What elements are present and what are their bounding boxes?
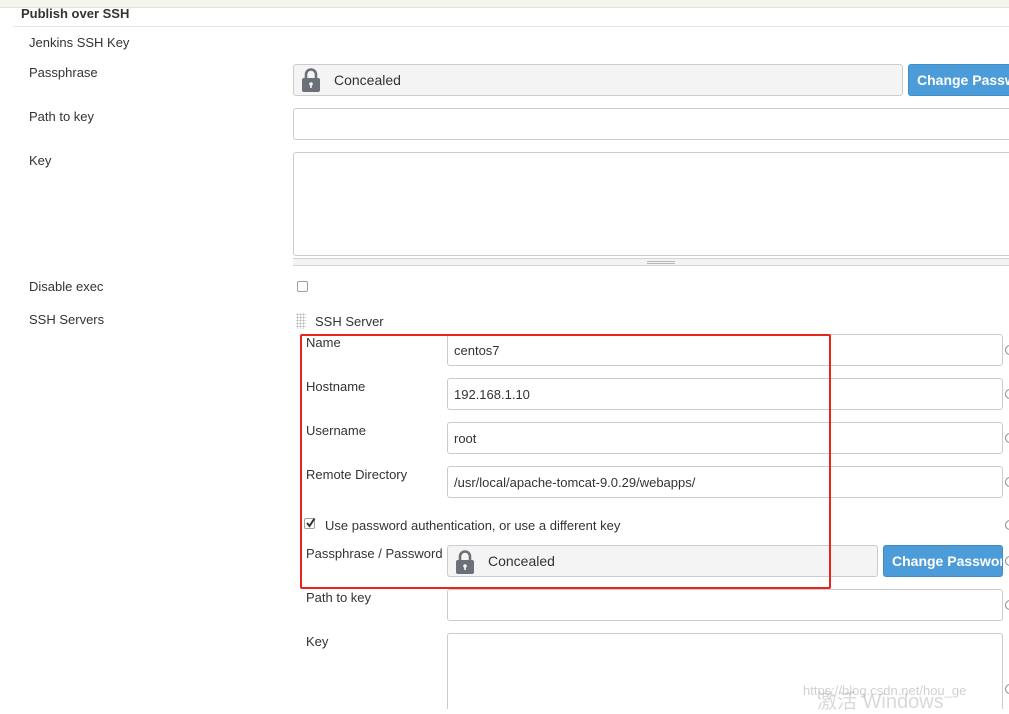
help-icon[interactable]: [1005, 433, 1009, 443]
username-label: Username: [306, 423, 366, 438]
help-icon[interactable]: [1005, 520, 1009, 530]
help-icon[interactable]: [1005, 600, 1009, 610]
remote-directory-label: Remote Directory: [306, 467, 408, 482]
grip-icon: [647, 261, 675, 264]
passphrase-label: Passphrase: [29, 65, 98, 80]
drag-handle-icon[interactable]: [296, 313, 306, 329]
hostname-label: Hostname: [306, 379, 366, 394]
remote-directory-input[interactable]: [447, 466, 1003, 498]
key-label: Key: [29, 153, 52, 168]
help-icon[interactable]: [1005, 556, 1009, 566]
path-to-key-input[interactable]: [293, 108, 1009, 140]
help-icon[interactable]: [1005, 684, 1009, 694]
username-input[interactable]: [447, 422, 1003, 454]
key-textarea[interactable]: [293, 152, 1009, 256]
top-strip: [0, 0, 1009, 8]
use-password-auth-checkbox[interactable]: [304, 517, 316, 529]
help-icon[interactable]: [1005, 477, 1009, 487]
lock-icon: [456, 550, 474, 574]
disable-exec-label: Disable exec: [29, 279, 104, 294]
help-icon[interactable]: [1005, 345, 1009, 355]
section-title: Publish over SSH: [21, 6, 130, 21]
hostname-input[interactable]: [447, 378, 1003, 410]
server-name-label: Name: [306, 335, 341, 350]
help-icon[interactable]: [1005, 389, 1009, 399]
key-resize-handle[interactable]: [293, 258, 1009, 266]
lock-icon: [302, 68, 320, 92]
section-divider: [13, 26, 1009, 27]
passphrase-password-label: Passphrase / Password: [306, 546, 443, 561]
server-path-to-key-label: Path to key: [306, 590, 372, 605]
passphrase-password-concealed-text: Concealed: [488, 553, 555, 569]
passphrase-concealed-field[interactable]: Concealed: [293, 64, 903, 96]
ssh-server-header: SSH Server: [315, 314, 384, 329]
use-password-auth-label[interactable]: Use password authentication, or use a di…: [325, 518, 620, 534]
ssh-servers-label: SSH Servers: [29, 312, 105, 327]
change-password-button[interactable]: Change Password: [908, 64, 1009, 96]
server-key-label: Key: [306, 634, 329, 649]
server-name-input[interactable]: [447, 334, 1003, 366]
jenkins-ssh-key-label: Jenkins SSH Key: [29, 35, 130, 50]
passphrase-concealed-text: Concealed: [334, 72, 401, 88]
passphrase-password-concealed-field[interactable]: Concealed: [447, 545, 878, 577]
path-to-key-label: Path to key: [29, 109, 95, 124]
server-change-password-button[interactable]: Change Password: [883, 545, 1003, 577]
server-key-textarea[interactable]: [447, 633, 1003, 709]
checkmark-icon: [306, 517, 316, 528]
disable-exec-checkbox[interactable]: [297, 281, 308, 292]
server-path-to-key-input[interactable]: [447, 589, 1003, 621]
